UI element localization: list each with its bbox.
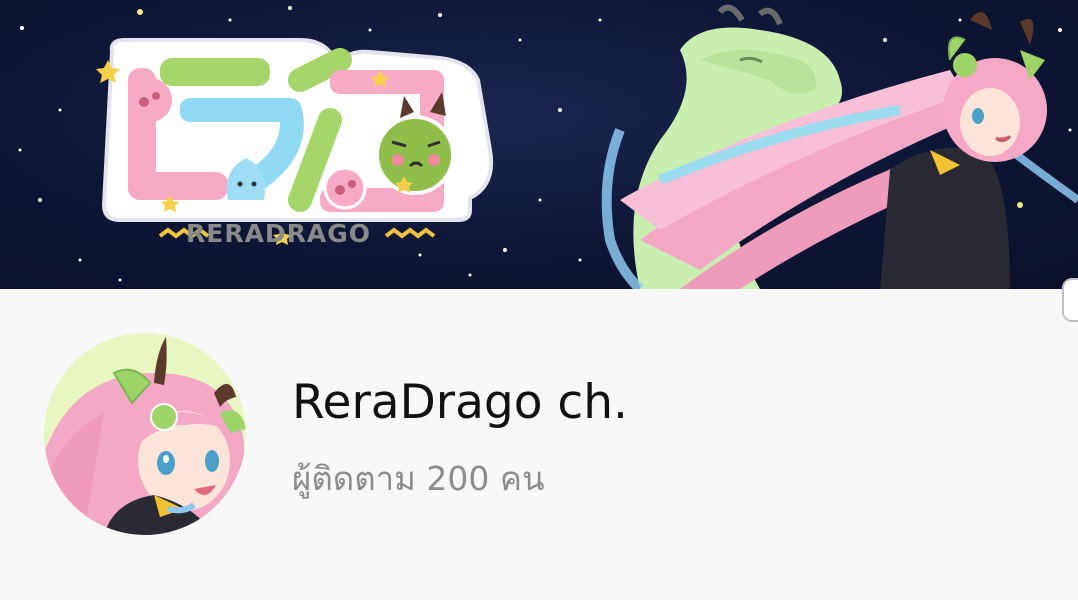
- channel-banner: RERADRAGO: [0, 0, 1078, 289]
- channel-page: RERADRAGO ReraDrago ch. ผู้ติดตาม 200 คน: [0, 0, 1078, 600]
- channel-avatar[interactable]: [44, 333, 246, 535]
- subscriber-count: ผู้ติดตาม 200 คน: [292, 459, 545, 498]
- channel-header: ReraDrago ch. ผู้ติดตาม 200 คน: [0, 289, 1078, 600]
- partial-button[interactable]: [1062, 278, 1078, 322]
- reradrago-logo: [96, 38, 493, 245]
- channel-name: ReraDrago ch.: [292, 375, 628, 430]
- logo-wordmark: RERADRAGO: [186, 219, 372, 248]
- banner-artwork: [18, 4, 1078, 289]
- avatar-artwork: [44, 333, 246, 535]
